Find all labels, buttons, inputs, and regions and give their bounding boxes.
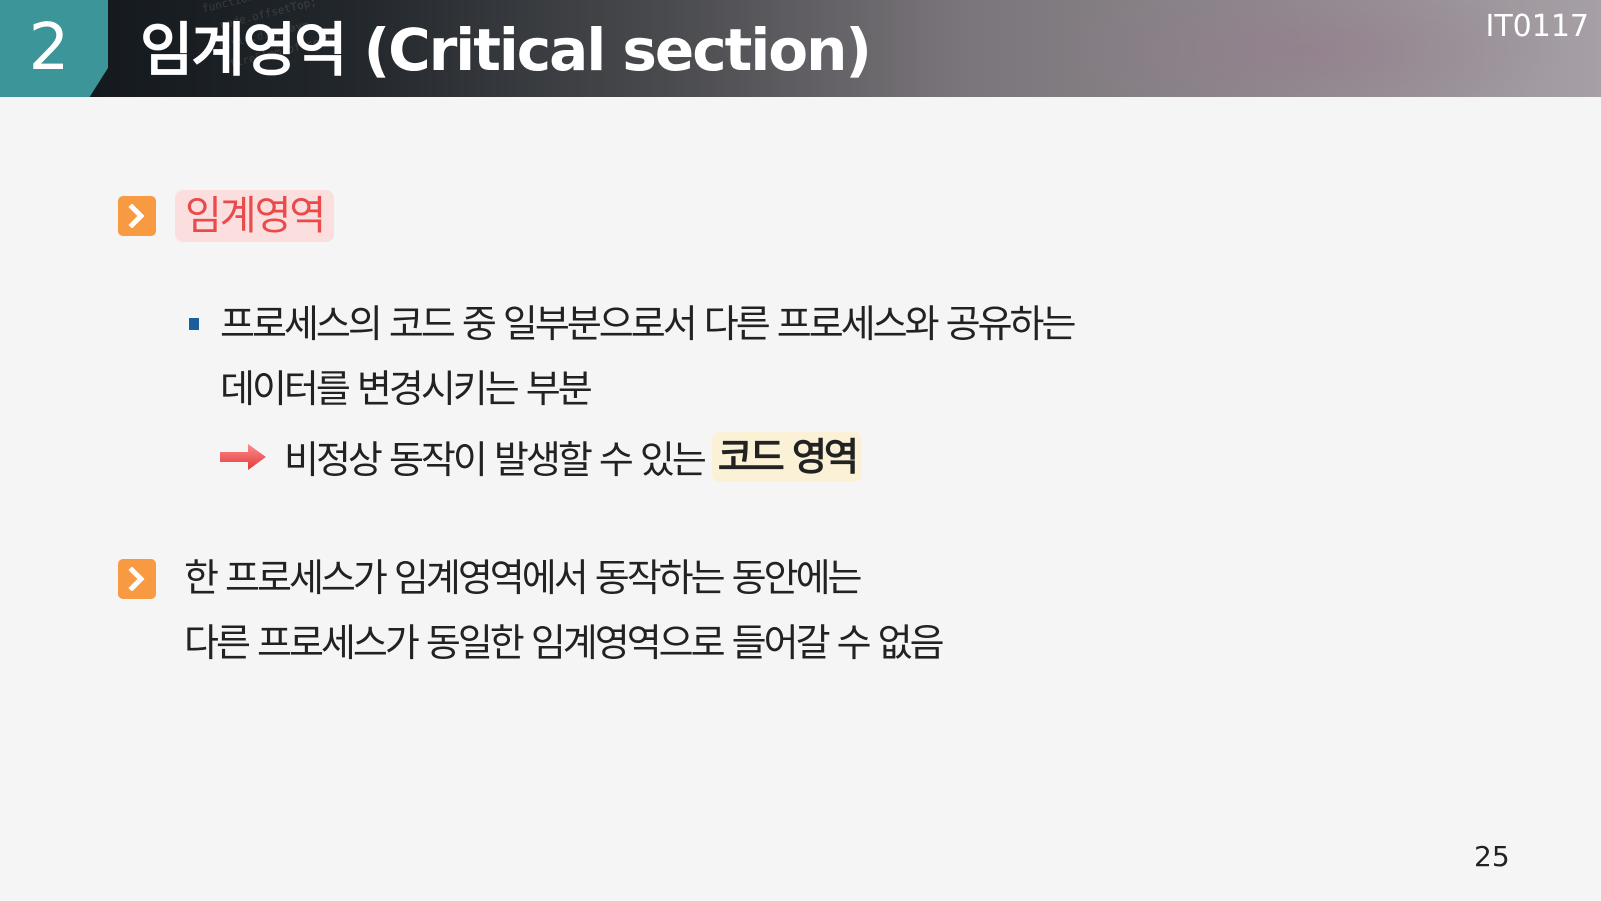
bullet-text-line-2: 데이터를 변경시키는 부분 (220, 367, 593, 411)
square-bullet-icon (189, 318, 199, 330)
arrow-point: 비정상 동작이 발생할 수 있는 코드 영역 (220, 424, 862, 489)
chevron-right-icon (118, 559, 156, 599)
right-arrow-icon (220, 443, 266, 470)
section-2-text-line-1: 한 프로세스가 임계영역에서 동작하는 동안에는 (184, 556, 863, 600)
section-2-text-line-2: 다른 프로세스가 동일한 임계영역으로 들어갈 수 없음 (184, 621, 945, 665)
arrow-text: 비정상 동작이 발생할 수 있는 (284, 438, 707, 482)
slide-title: 임계영역 (Critical section) (140, 16, 872, 84)
bullet-text-line-1: 프로세스의 코드 중 일부분으로서 다른 프로세스와 공유하는 (220, 302, 1076, 346)
course-code: IT0117 (1485, 9, 1589, 44)
highlighted-term: 코드 영역 (711, 431, 862, 482)
page-number: 25 (1474, 840, 1510, 873)
slide-header: function(e){var t= node.offsetTop; style… (0, 0, 1601, 97)
section-number-badge: 2 (0, 0, 108, 97)
chevron-right-icon (118, 196, 156, 236)
section-heading: 임계영역 (175, 190, 335, 242)
